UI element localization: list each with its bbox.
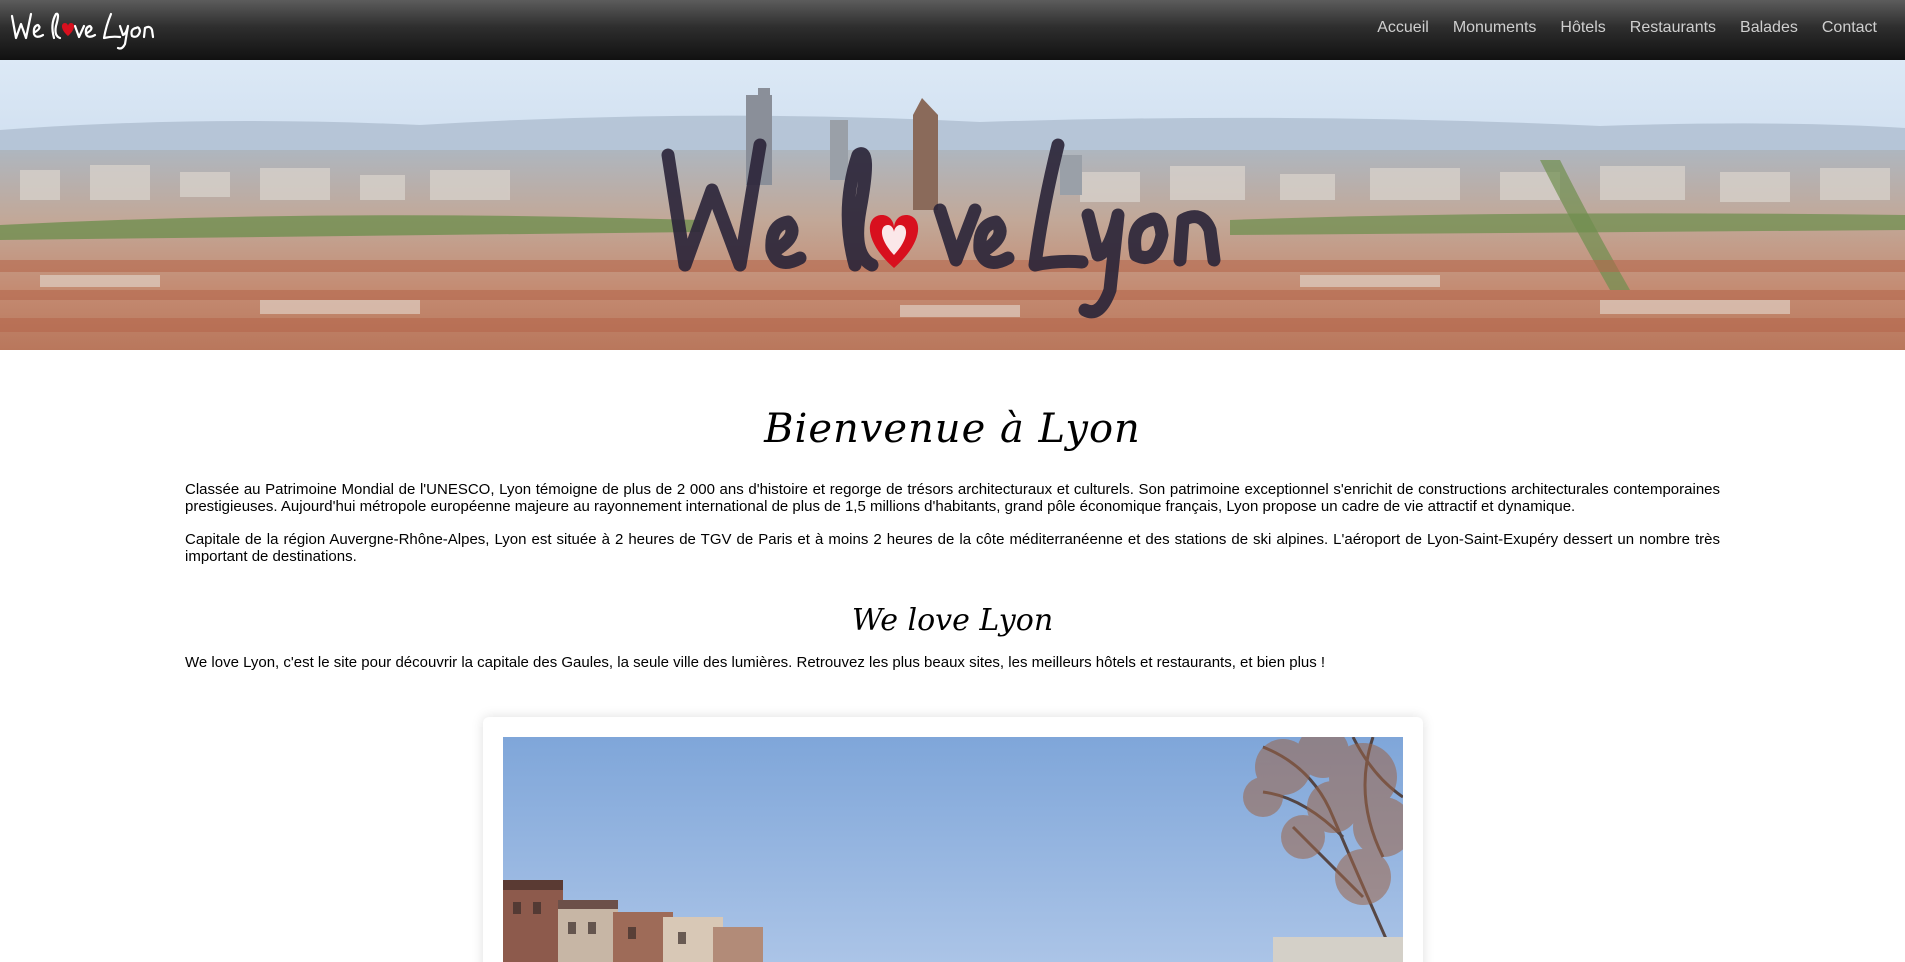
navbar: Accueil Monuments Hôtels Restaurants Bal… xyxy=(0,0,1905,60)
nav-balades[interactable]: Balades xyxy=(1740,19,1798,37)
section-title: We love Lyon xyxy=(851,603,1054,638)
heart-icon xyxy=(61,23,75,36)
page-title: Bienvenue à Lyon xyxy=(764,406,1141,452)
lyon-quay-photo xyxy=(503,737,1403,962)
photo-card xyxy=(483,717,1423,962)
nav-hotels[interactable]: Hôtels xyxy=(1560,19,1605,37)
lyon-panorama-image xyxy=(0,60,1905,350)
intro-paragraph-unesco: Classée au Patrimoine Mondial de l'UNESC… xyxy=(185,481,1720,515)
brand-logo[interactable] xyxy=(8,4,163,54)
nav-contact[interactable]: Contact xyxy=(1822,19,1877,37)
main-content: Bienvenue à Lyon Classée au Patrimoine M… xyxy=(185,350,1720,671)
main-nav: Accueil Monuments Hôtels Restaurants Bal… xyxy=(1377,0,1877,56)
intro-paragraph-region: Capitale de la région Auvergne-Rhône-Alp… xyxy=(185,531,1720,565)
nav-restaurants[interactable]: Restaurants xyxy=(1630,19,1716,37)
nav-monuments[interactable]: Monuments xyxy=(1453,19,1537,37)
hero-banner xyxy=(0,60,1905,350)
logo-script xyxy=(10,12,155,50)
site-description: We love Lyon, c'est le site pour découvr… xyxy=(185,654,1326,671)
nav-accueil[interactable]: Accueil xyxy=(1377,19,1429,37)
